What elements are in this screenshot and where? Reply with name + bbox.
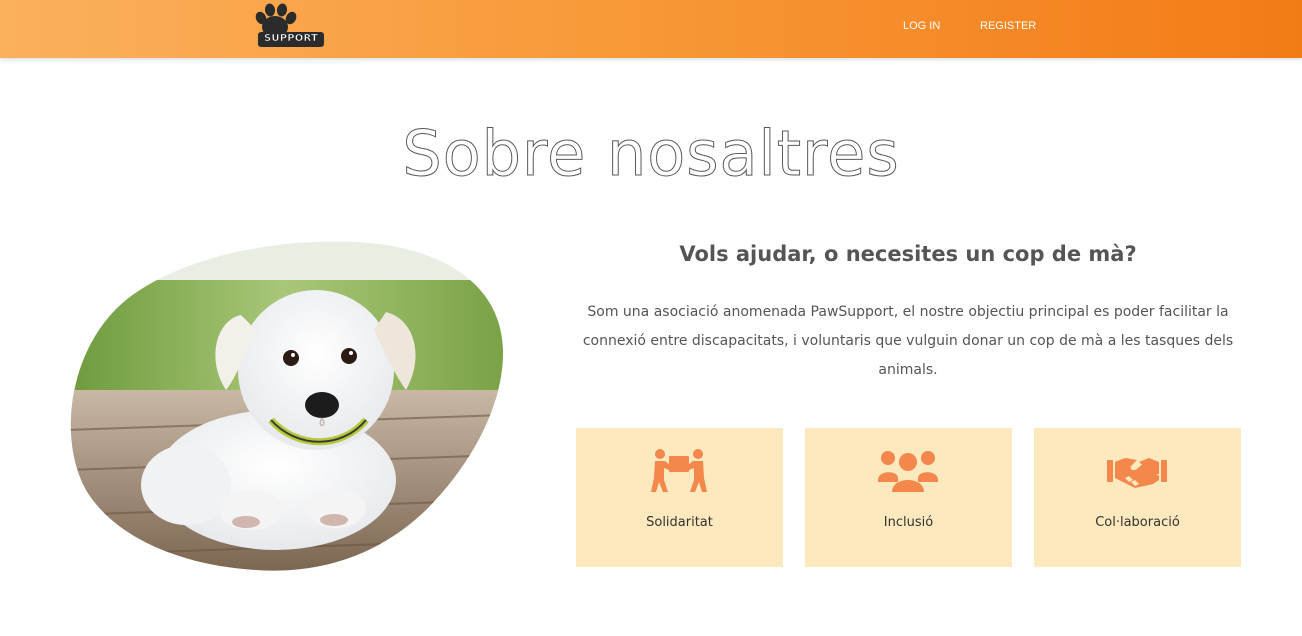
logo-text: SUPPORT — [264, 33, 318, 45]
puppy-photo — [66, 240, 504, 572]
feature-card-inclusio[interactable]: Inclusió — [805, 428, 1012, 567]
feature-card-collaboracio[interactable]: Col·laboració — [1034, 428, 1241, 567]
pawsupport-logo[interactable]: SUPPORT — [253, 3, 325, 47]
feature-card-solidaritat[interactable]: Solidaritat — [576, 428, 783, 567]
people-carrying-box-icon — [651, 449, 707, 492]
feature-label: Col·laboració — [1095, 515, 1180, 530]
feature-label: Inclusió — [883, 515, 934, 530]
page-title: Sobre nosaltres — [402, 117, 900, 190]
about-subtitle: Vols ajudar, o necesites un cop de mà? — [679, 242, 1137, 266]
login-link[interactable]: LOG IN — [903, 19, 940, 33]
top-navbar: SUPPORT LOG IN REGISTER — [0, 0, 1302, 58]
handshake-icon — [1107, 458, 1167, 488]
about-description: Som una asociació anomenada PawSupport, … — [582, 304, 1234, 378]
register-link[interactable]: REGISTER — [980, 19, 1036, 33]
feature-label: Solidaritat — [646, 515, 713, 530]
group-users-icon — [878, 451, 938, 492]
